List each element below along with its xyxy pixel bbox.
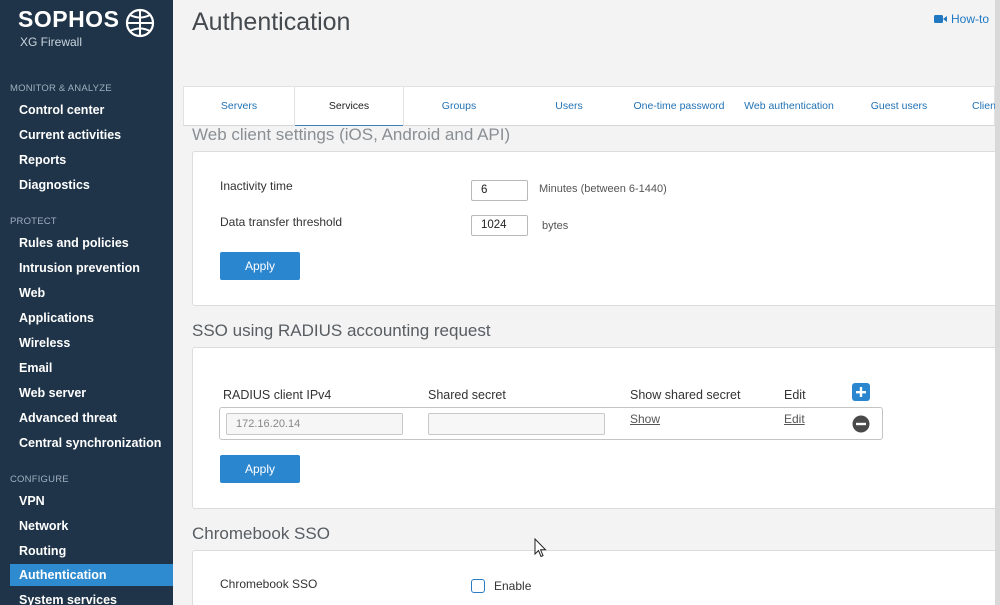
page-title: Authentication [192,8,351,36]
radius-apply-button[interactable]: Apply [220,455,300,483]
scrollbar[interactable] [995,0,1000,605]
inactivity-time-label: Inactivity time [220,179,293,193]
product-name: XG Firewall [20,35,83,49]
col-show-secret: Show shared secret [630,388,741,402]
tab-web-authentication[interactable]: Web authentication [734,87,844,126]
chromebook-enable-checkbox[interactable] [471,579,485,593]
video-camera-icon [934,15,947,23]
section-monitor-title: MONITOR & ANALYZE [10,83,112,94]
shared-secret-input[interactable] [428,413,605,435]
col-edit: Edit [784,388,806,402]
edit-row-link[interactable]: Edit [784,412,805,426]
sidebar-item-web-server[interactable]: Web server [10,382,173,404]
tab-guest-users[interactable]: Guest users [844,87,954,126]
radius-client-ip-input[interactable]: 172.16.20.14 [226,413,403,435]
sidebar-item-reports[interactable]: Reports [10,149,173,171]
threshold-input[interactable]: 1024 [471,215,528,236]
inactivity-time-hint: Minutes (between 6-1440) [539,183,667,195]
tab-servers[interactable]: Servers [184,87,294,126]
globe-icon [125,8,155,38]
show-secret-link[interactable]: Show [630,412,660,426]
sidebar-item-web[interactable]: Web [10,282,173,304]
remove-row-icon[interactable] [852,415,870,433]
sidebar-item-routing[interactable]: Routing [10,540,173,562]
threshold-hint: bytes [542,220,569,232]
sidebar-item-advanced-threat[interactable]: Advanced threat [10,407,173,429]
sidebar-item-system-services[interactable]: System services [10,589,173,605]
web-client-apply-button[interactable]: Apply [220,252,300,280]
sidebar-item-email[interactable]: Email [10,357,173,379]
add-row-icon[interactable] [852,383,870,401]
chromebook-section-title: Chromebook SSO [192,524,330,543]
web-client-section-title: Web client settings (iOS, Android and AP… [192,125,511,144]
sidebar-item-wireless[interactable]: Wireless [10,332,173,354]
tab-services[interactable]: Services [294,87,404,126]
sidebar-item-central-sync[interactable]: Central synchronization [10,432,173,454]
radius-row: 172.16.20.14 Show Edit [219,407,883,440]
howto-label: How-to [951,12,990,26]
sidebar-item-current-activities[interactable]: Current activities [10,124,173,146]
sophos-logo[interactable]: SOPHOS XG Firewall [18,6,158,52]
web-client-panel: Inactivity time 6 Minutes (between 6-144… [192,151,1000,306]
tab-groups[interactable]: Groups [404,87,514,126]
tab-one-time-password[interactable]: One-time password [624,87,734,126]
sidebar-item-applications[interactable]: Applications [10,307,173,329]
sidebar-item-control-center[interactable]: Control center [10,99,173,121]
col-radius-client: RADIUS client IPv4 [223,388,332,402]
radius-section-title: SSO using RADIUS accounting request [192,321,491,340]
section-configure-title: CONFIGURE [10,474,69,485]
tab-client[interactable]: Client [954,87,996,126]
sidebar-item-intrusion-prevention[interactable]: Intrusion prevention [10,257,173,279]
threshold-label: Data transfer threshold [220,215,343,229]
section-protect-title: PROTECT [10,216,57,227]
radius-panel: RADIUS client IPv4 Shared secret Show sh… [192,347,1000,509]
sidebar: SOPHOS XG Firewall MONITOR & ANALYZE Con… [0,0,173,605]
chromebook-enable-label: Enable [494,579,532,593]
sidebar-item-diagnostics[interactable]: Diagnostics [10,174,173,196]
sidebar-item-vpn[interactable]: VPN [10,490,173,512]
brand-name: SOPHOS [18,6,120,32]
sidebar-item-authentication[interactable]: Authentication [10,564,173,586]
sidebar-item-rules-policies[interactable]: Rules and policies [10,232,173,254]
sidebar-item-network[interactable]: Network [10,515,173,537]
col-shared-secret: Shared secret [428,388,506,402]
howto-link[interactable]: How-to [934,12,989,26]
tab-users[interactable]: Users [514,87,624,126]
mouse-cursor-icon [534,538,547,558]
main-content: Authentication How-to Servers Services G… [173,0,1000,605]
tab-bar: Servers Services Groups Users One-time p… [183,86,996,126]
chromebook-sso-label: Chromebook SSO [220,577,318,591]
inactivity-time-input[interactable]: 6 [471,180,528,201]
chromebook-panel: Chromebook SSO Enable [192,550,1000,605]
